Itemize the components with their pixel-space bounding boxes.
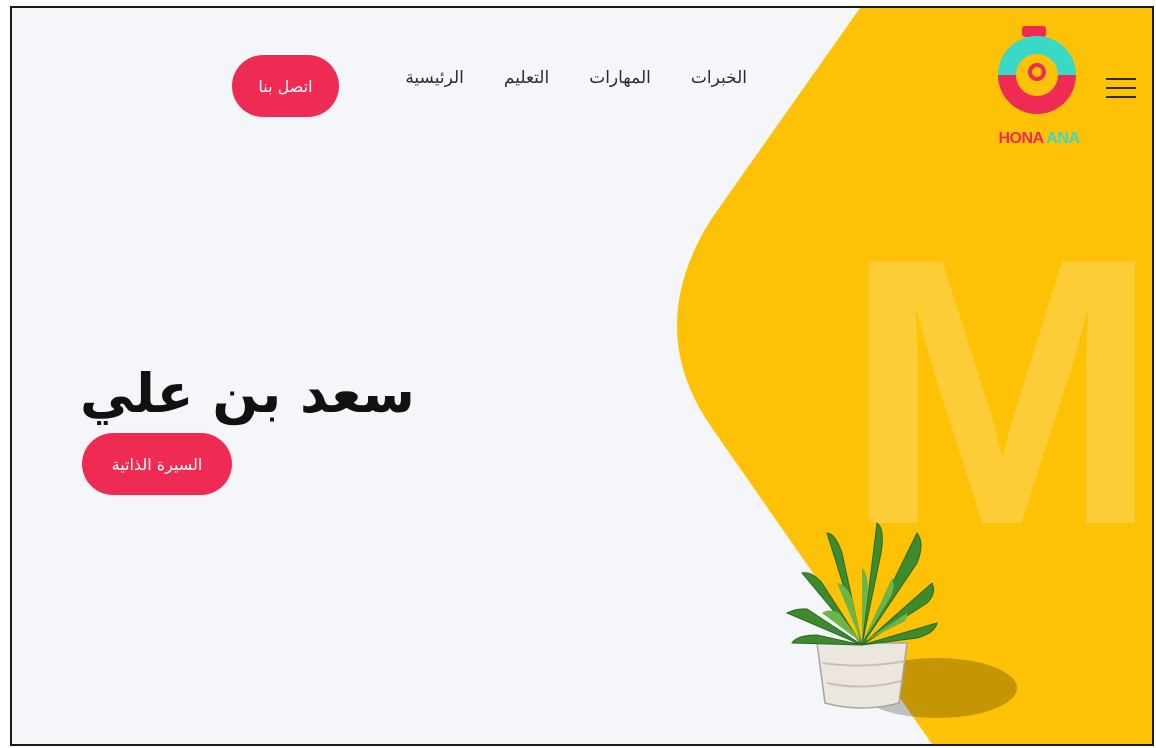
- site-logo[interactable]: HONA ANA: [984, 20, 1094, 155]
- logo-word-2: ANA: [1046, 130, 1080, 147]
- logo-text: HONA ANA: [984, 130, 1094, 148]
- hero-name: سعد بن علي: [80, 362, 415, 426]
- cv-button[interactable]: السيرة الذاتية: [82, 433, 232, 495]
- main-nav: الرئيسية التعليم المهارات الخبرات: [405, 68, 747, 88]
- nav-item-experience[interactable]: الخبرات: [691, 68, 747, 88]
- nav-item-home[interactable]: الرئيسية: [405, 68, 464, 88]
- succulent-plant-image: [785, 522, 1017, 718]
- nav-item-skills[interactable]: المهارات: [589, 68, 651, 88]
- logo-word-1: HONA: [998, 130, 1043, 147]
- logo-mark: [998, 26, 1076, 114]
- contact-button[interactable]: اتصل بنا: [232, 55, 339, 117]
- hamburger-menu-icon[interactable]: [1106, 78, 1136, 100]
- nav-item-education[interactable]: التعليم: [504, 68, 549, 88]
- page-frame: M HONA ANA الرئيسية التعليم المهارات الخ…: [10, 6, 1154, 746]
